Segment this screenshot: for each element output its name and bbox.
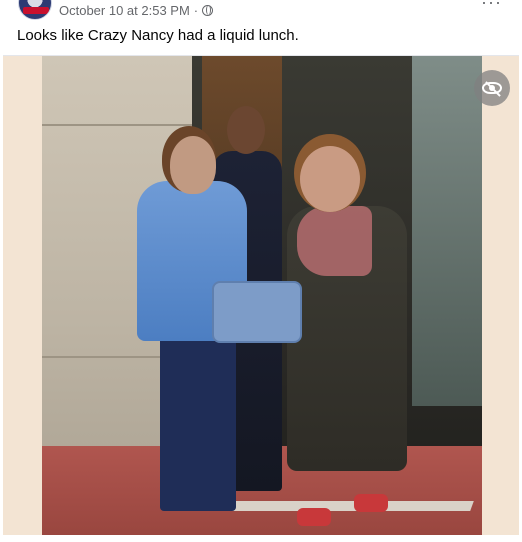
photo-figure	[170, 136, 216, 194]
post-photo[interactable]	[42, 56, 482, 535]
photo-shoe	[297, 508, 331, 526]
avatar[interactable]	[18, 0, 52, 20]
eye-slash-icon	[482, 82, 502, 94]
post-meta: October 10 at 2:53 PM ·	[59, 3, 214, 18]
photo-figure	[300, 146, 360, 212]
photo-shopfront	[412, 56, 482, 406]
ellipsis-icon[interactable]: ···	[481, 0, 502, 13]
post-media[interactable]	[3, 55, 519, 535]
hide-image-button[interactable]	[474, 70, 510, 106]
post-card: October 10 at 2:53 PM · ··· Looks like C…	[0, 0, 522, 542]
post-timestamp[interactable]: October 10 at 2:53 PM	[59, 3, 190, 18]
photo-figure	[227, 106, 265, 154]
photo-figure	[160, 331, 236, 511]
avatar-badge	[23, 7, 49, 14]
meta-separator: ·	[193, 3, 199, 18]
photo-shoe	[354, 494, 388, 512]
photo-handbag	[212, 281, 302, 343]
post-header: October 10 at 2:53 PM · ···	[0, 0, 522, 22]
photo-figure	[297, 206, 372, 276]
globe-icon[interactable]	[202, 5, 214, 16]
post-caption: Looks like Crazy Nancy had a liquid lunc…	[17, 27, 299, 44]
